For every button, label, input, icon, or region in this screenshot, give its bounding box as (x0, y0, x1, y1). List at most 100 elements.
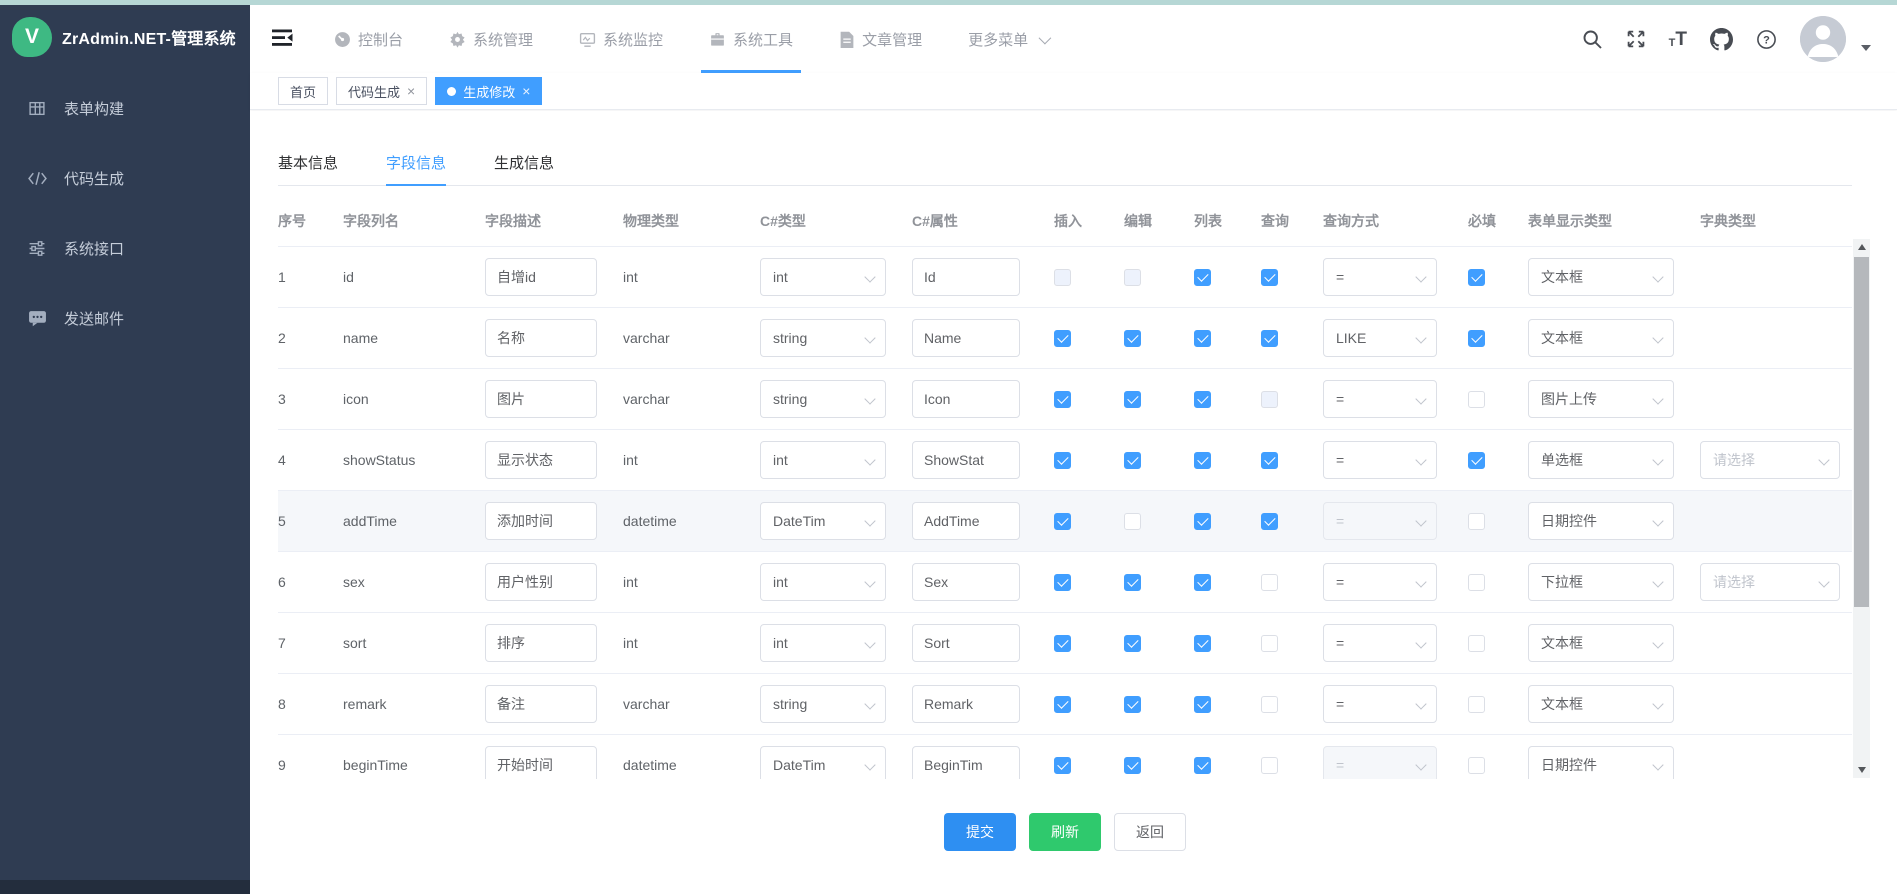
required-checkbox[interactable] (1468, 513, 1485, 530)
cs-property-input[interactable]: Icon (912, 380, 1020, 418)
insert-checkbox[interactable] (1054, 330, 1071, 347)
dict-type-select[interactable]: 请选择 (1700, 563, 1840, 601)
refresh-button[interactable]: 刷新 (1029, 813, 1101, 851)
insert-checkbox[interactable] (1054, 391, 1071, 408)
tab-字段信息[interactable]: 字段信息 (386, 139, 446, 185)
edit-checkbox[interactable] (1124, 635, 1141, 652)
field-desc-input[interactable]: 图片 (485, 380, 597, 418)
field-desc-input[interactable]: 添加时间 (485, 502, 597, 540)
vertical-scrollbar[interactable] (1853, 239, 1870, 778)
form-display-type-select[interactable]: 单选框 (1528, 441, 1674, 479)
insert-checkbox[interactable] (1054, 757, 1071, 774)
cs-type-select[interactable]: DateTim (760, 502, 886, 540)
required-checkbox[interactable] (1468, 696, 1485, 713)
edit-checkbox[interactable] (1124, 391, 1141, 408)
list-checkbox[interactable] (1194, 452, 1211, 469)
cs-property-input[interactable]: Id (912, 258, 1020, 296)
query-mode-select[interactable]: = (1323, 685, 1437, 723)
avatar[interactable] (1800, 16, 1846, 62)
edit-checkbox[interactable] (1124, 513, 1141, 530)
required-checkbox[interactable] (1468, 269, 1485, 286)
form-display-type-select[interactable]: 日期控件 (1528, 746, 1674, 779)
query-mode-select[interactable]: LIKE (1323, 319, 1437, 357)
list-checkbox[interactable] (1194, 330, 1211, 347)
scroll-down-arrow[interactable] (1853, 762, 1870, 778)
query-checkbox[interactable] (1261, 269, 1278, 286)
insert-checkbox[interactable] (1054, 696, 1071, 713)
list-checkbox[interactable] (1194, 574, 1211, 591)
insert-checkbox[interactable] (1054, 635, 1071, 652)
cs-type-select[interactable]: int (760, 624, 886, 662)
field-desc-input[interactable]: 开始时间 (485, 746, 597, 779)
help-icon[interactable]: ? (1756, 29, 1777, 50)
edit-checkbox[interactable] (1124, 757, 1141, 774)
scroll-up-arrow[interactable] (1853, 239, 1870, 255)
nav-item-系统管理[interactable]: 系统管理 (449, 5, 533, 73)
field-desc-input[interactable]: 用户性别 (485, 563, 597, 601)
required-checkbox[interactable] (1468, 757, 1485, 774)
query-checkbox[interactable] (1261, 574, 1278, 591)
query-checkbox[interactable] (1261, 513, 1278, 530)
required-checkbox[interactable] (1468, 452, 1485, 469)
form-display-type-select[interactable]: 文本框 (1528, 319, 1674, 357)
cs-type-select[interactable]: string (760, 380, 886, 418)
cs-type-select[interactable]: int (760, 258, 886, 296)
form-display-type-select[interactable]: 文本框 (1528, 624, 1674, 662)
sidebar-item-表单构建[interactable]: 表单构建 (0, 73, 250, 143)
nav-item-文章管理[interactable]: 文章管理 (839, 5, 922, 73)
form-display-type-select[interactable]: 文本框 (1528, 685, 1674, 723)
list-checkbox[interactable] (1194, 757, 1211, 774)
required-checkbox[interactable] (1468, 574, 1485, 591)
field-desc-input[interactable]: 名称 (485, 319, 597, 357)
query-checkbox[interactable] (1261, 452, 1278, 469)
edit-checkbox[interactable] (1124, 452, 1141, 469)
form-display-type-select[interactable]: 下拉框 (1528, 563, 1674, 601)
cs-property-input[interactable]: Name (912, 319, 1020, 357)
cs-type-select[interactable]: string (760, 319, 886, 357)
cs-property-input[interactable]: ShowStat (912, 441, 1020, 479)
list-checkbox[interactable] (1194, 696, 1211, 713)
cs-type-select[interactable]: DateTim (760, 746, 886, 779)
list-checkbox[interactable] (1194, 391, 1211, 408)
font-size-icon[interactable]: TT (1669, 30, 1687, 49)
nav-item-控制台[interactable]: 控制台 (334, 5, 403, 73)
form-display-type-select[interactable]: 文本框 (1528, 258, 1674, 296)
tab-基本信息[interactable]: 基本信息 (278, 139, 338, 185)
query-checkbox[interactable] (1261, 330, 1278, 347)
app-logo[interactable]: V ZrAdmin.NET-管理系统 (0, 5, 250, 69)
sidebar-item-代码生成[interactable]: 代码生成 (0, 143, 250, 213)
sidebar-item-系统接口[interactable]: 系统接口 (0, 213, 250, 283)
dict-type-select[interactable]: 请选择 (1700, 441, 1840, 479)
nav-item-系统工具[interactable]: 系统工具 (709, 5, 793, 73)
nav-item-更多菜单[interactable]: 更多菜单 (968, 5, 1048, 73)
form-display-type-select[interactable]: 图片上传 (1528, 380, 1674, 418)
tag-生成修改[interactable]: 生成修改× (435, 77, 542, 105)
list-checkbox[interactable] (1194, 635, 1211, 652)
required-checkbox[interactable] (1468, 330, 1485, 347)
tag-代码生成[interactable]: 代码生成× (336, 77, 427, 105)
field-desc-input[interactable]: 显示状态 (485, 441, 597, 479)
cs-property-input[interactable]: AddTime (912, 502, 1020, 540)
edit-checkbox[interactable] (1124, 696, 1141, 713)
query-mode-select[interactable]: = (1323, 258, 1437, 296)
list-checkbox[interactable] (1194, 269, 1211, 286)
required-checkbox[interactable] (1468, 391, 1485, 408)
insert-checkbox[interactable] (1054, 452, 1071, 469)
cs-property-input[interactable]: Sort (912, 624, 1020, 662)
sidebar-item-发送邮件[interactable]: 发送邮件 (0, 283, 250, 353)
field-desc-input[interactable]: 排序 (485, 624, 597, 662)
field-desc-input[interactable]: 备注 (485, 685, 597, 723)
back-button[interactable]: 返回 (1114, 813, 1186, 851)
query-mode-select[interactable]: = (1323, 441, 1437, 479)
avatar-caret-down-icon[interactable] (1861, 45, 1871, 51)
search-icon[interactable] (1582, 29, 1603, 50)
query-mode-select[interactable]: = (1323, 380, 1437, 418)
insert-checkbox[interactable] (1054, 513, 1071, 530)
cs-property-input[interactable]: BeginTim (912, 746, 1020, 779)
scrollbar-thumb[interactable] (1854, 257, 1869, 607)
cs-property-input[interactable]: Sex (912, 563, 1020, 601)
form-display-type-select[interactable]: 日期控件 (1528, 502, 1674, 540)
query-mode-select[interactable]: = (1323, 563, 1437, 601)
fullscreen-icon[interactable] (1626, 29, 1646, 49)
cs-type-select[interactable]: int (760, 563, 886, 601)
